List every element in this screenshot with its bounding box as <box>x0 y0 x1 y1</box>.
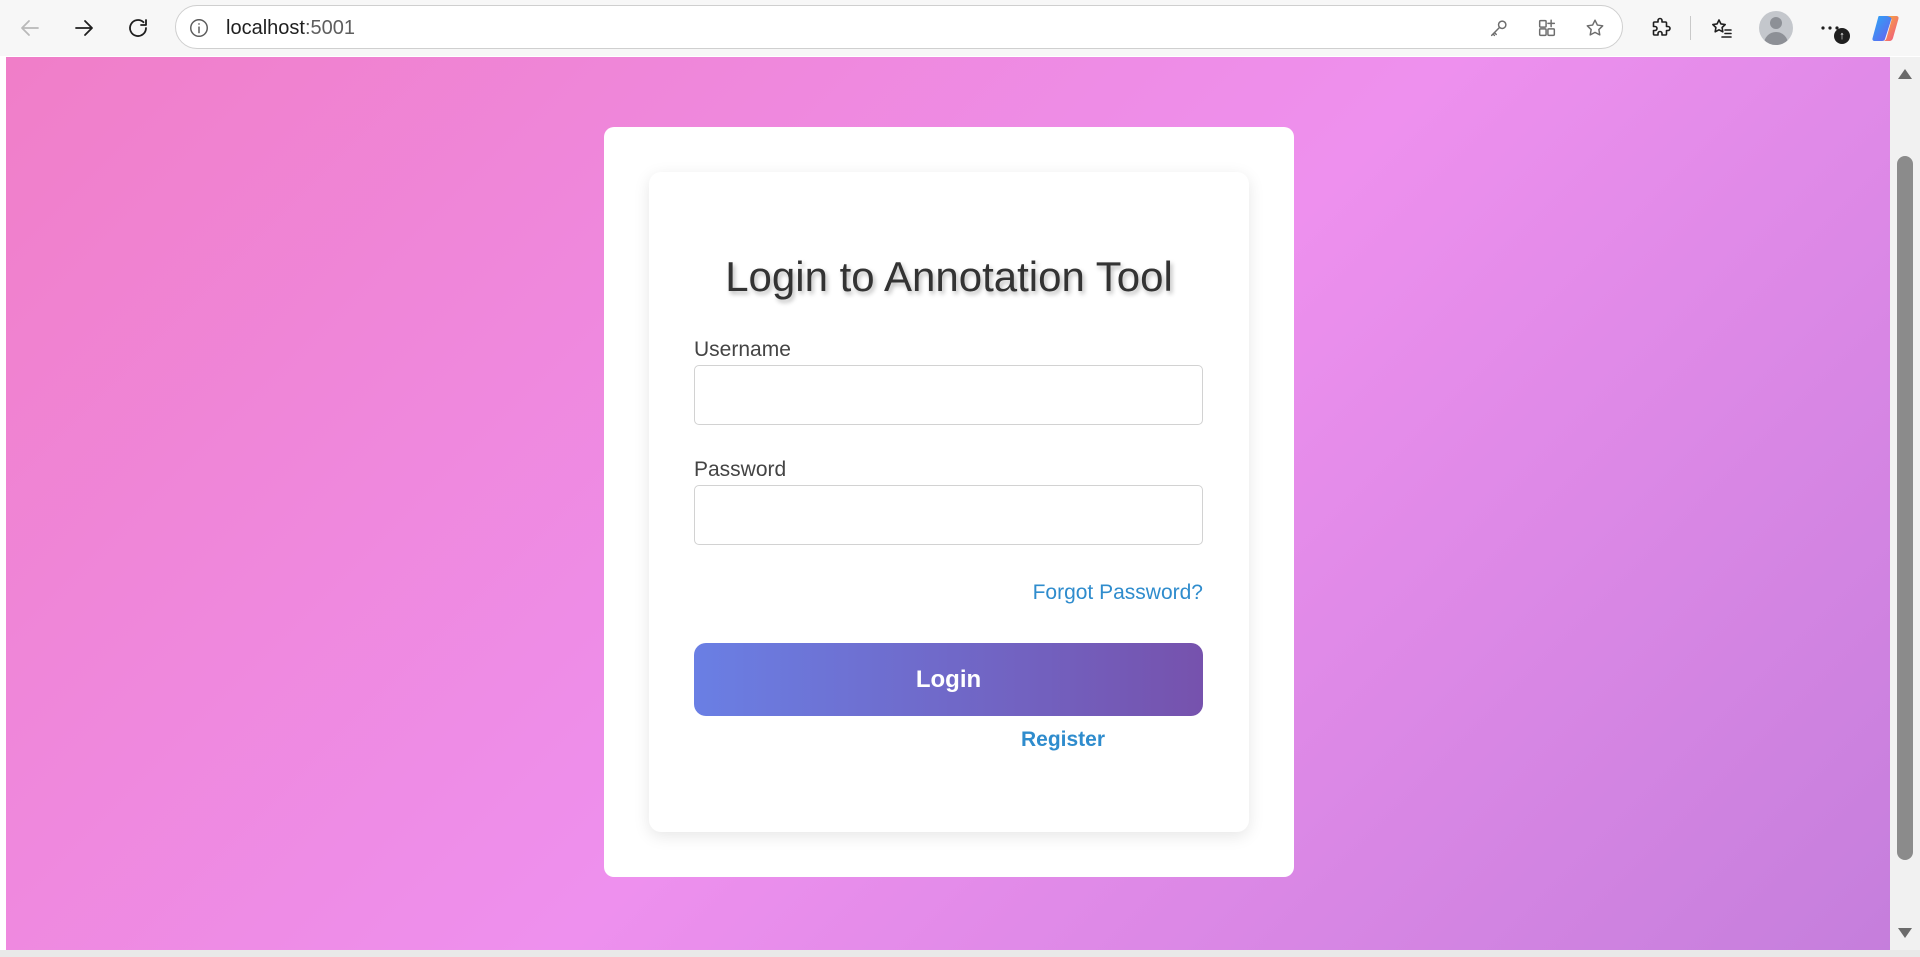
url-text[interactable]: localhost:5001 <box>226 17 355 39</box>
key-icon[interactable] <box>1484 13 1514 43</box>
favorites-list-icon[interactable] <box>1704 10 1740 46</box>
login-button[interactable]: Login <box>694 643 1203 716</box>
username-input[interactable] <box>694 365 1203 425</box>
vertical-scrollbar[interactable] <box>1890 57 1920 950</box>
forward-arrow-icon[interactable] <box>66 10 102 46</box>
window-bottom-edge <box>0 950 1920 957</box>
site-info-icon[interactable] <box>186 15 212 41</box>
avatar-shoulders <box>1764 32 1788 45</box>
scrollbar-thumb[interactable] <box>1897 156 1913 860</box>
scroll-up-arrow-icon[interactable] <box>1898 69 1912 79</box>
login-container: Login to Annotation Tool Username Passwo… <box>604 127 1294 877</box>
page-background: Login to Annotation Tool Username Passwo… <box>6 57 1890 950</box>
password-label: Password <box>694 458 787 481</box>
url-host: localhost <box>226 17 305 39</box>
forgot-password-link[interactable]: Forgot Password? <box>1033 581 1203 605</box>
url-port: :5001 <box>304 17 355 39</box>
password-input[interactable] <box>694 485 1203 545</box>
extensions-puzzle-icon[interactable] <box>1643 10 1679 46</box>
toolbar-divider <box>1690 16 1691 40</box>
refresh-icon[interactable] <box>120 10 156 46</box>
page-title: Login to Annotation Tool <box>725 253 1173 300</box>
avatar-head <box>1770 17 1782 29</box>
login-card: Login to Annotation Tool Username Passwo… <box>649 172 1249 832</box>
username-label: Username <box>694 338 791 361</box>
app-available-icon[interactable] <box>1532 13 1562 43</box>
back-arrow-icon[interactable] <box>12 10 48 46</box>
browser-toolbar: localhost:5001 ↑ <box>0 0 1920 56</box>
profile-avatar-icon[interactable] <box>1759 11 1793 45</box>
register-link[interactable]: Register <box>1021 728 1105 752</box>
scroll-down-arrow-icon[interactable] <box>1898 928 1912 938</box>
favorite-star-icon[interactable] <box>1580 13 1610 43</box>
update-arrow-icon: ↑ <box>1834 28 1850 44</box>
copilot-icon[interactable] <box>1870 12 1902 44</box>
address-bar[interactable]: localhost:5001 <box>175 5 1623 49</box>
